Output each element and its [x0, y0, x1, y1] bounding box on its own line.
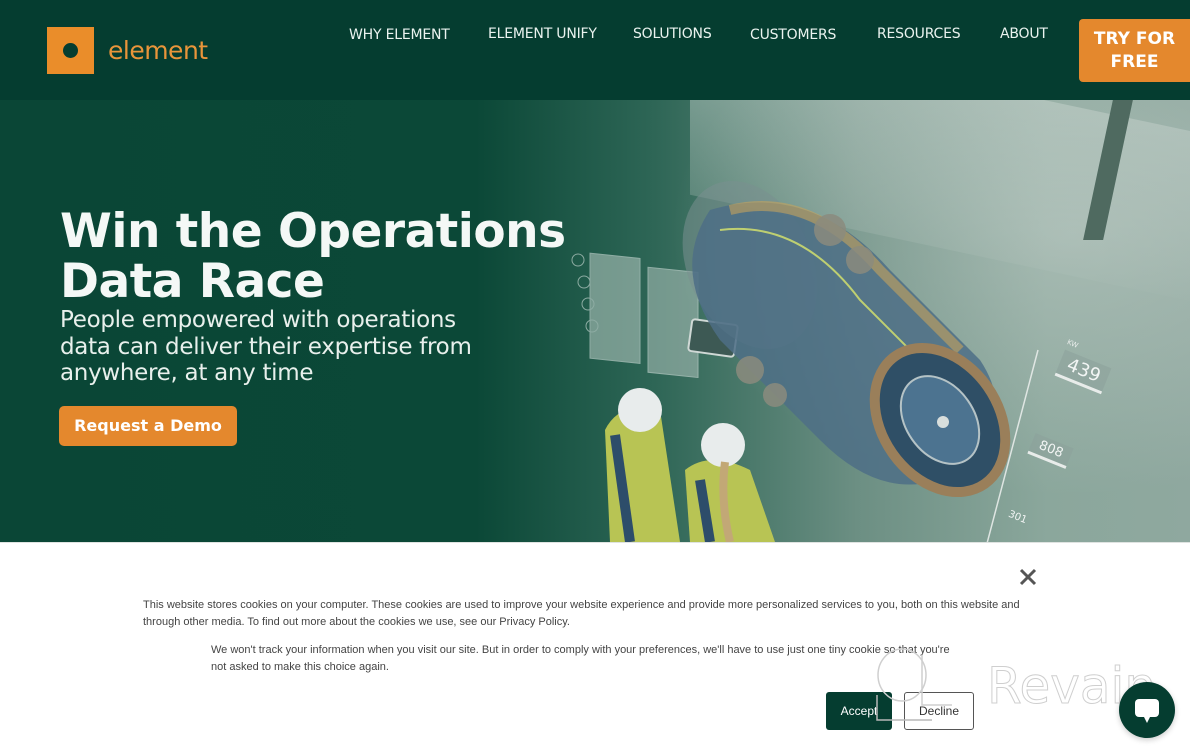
accept-cookies-button[interactable]: Accept — [826, 692, 892, 730]
main-nav: WHY ELEMENT ELEMENT UNIFY SOLUTIONS CUST… — [0, 26, 1190, 47]
hero-section: KW 439 808 301 Win the Operations Data R… — [0, 100, 1190, 542]
turbine-illustration — [571, 181, 1039, 542]
try-button-line2: FREE — [1110, 52, 1159, 72]
cookie-text2-line1: We won't track your information when you… — [211, 644, 950, 656]
hologram-dashboard — [571, 252, 699, 379]
cookie-text-line1: This website stores cookies on your comp… — [143, 599, 1020, 611]
site-header: element WHY ELEMENT ELEMENT UNIFY SOLUTI… — [0, 0, 1190, 100]
hero-title-line2: Data Race — [60, 254, 325, 309]
nav-item-solutions[interactable]: SOLUTIONS — [633, 26, 712, 42]
cookie-text-line2: through other media. To find out more ab… — [143, 616, 570, 628]
cookie-text2-line2: not asked to make this choice again. — [211, 661, 389, 673]
try-for-free-button[interactable]: TRY FOR FREE — [1079, 19, 1190, 82]
hero-subtitle-line2: data can deliver their expertise from — [60, 333, 472, 360]
hero-subtitle-line1: People empowered with operations — [60, 307, 456, 333]
request-demo-button[interactable]: Request a Demo — [59, 406, 237, 446]
nav-item-customers[interactable]: CUSTOMERS — [750, 27, 836, 43]
cookie-notice-text: This website stores cookies on your comp… — [143, 597, 1053, 631]
nav-item-why-element[interactable]: WHY ELEMENT — [349, 27, 450, 43]
close-icon[interactable] — [1017, 566, 1039, 588]
chat-bubble-icon — [1135, 699, 1159, 723]
nav-item-about[interactable]: ABOUT — [1000, 26, 1048, 42]
hero-title-line1: Win the Operations — [60, 204, 566, 259]
hero-title: Win the Operations Data Race — [60, 207, 580, 307]
hero-subtitle-line3: anywhere, at any time — [60, 360, 314, 386]
try-button-line1: TRY FOR — [1093, 29, 1176, 49]
nav-item-element-unify[interactable]: ELEMENT UNIFY — [488, 26, 597, 42]
nav-item-resources[interactable]: RESOURCES — [877, 26, 961, 42]
hero-subtitle: People empowered with operations data ca… — [60, 307, 520, 387]
workers — [605, 388, 775, 542]
chat-button[interactable] — [1119, 682, 1175, 738]
decline-cookies-button[interactable]: Decline — [904, 692, 974, 730]
cookie-banner: This website stores cookies on your comp… — [0, 542, 1190, 753]
cookie-tracking-text: We won't track your information when you… — [211, 642, 1001, 676]
